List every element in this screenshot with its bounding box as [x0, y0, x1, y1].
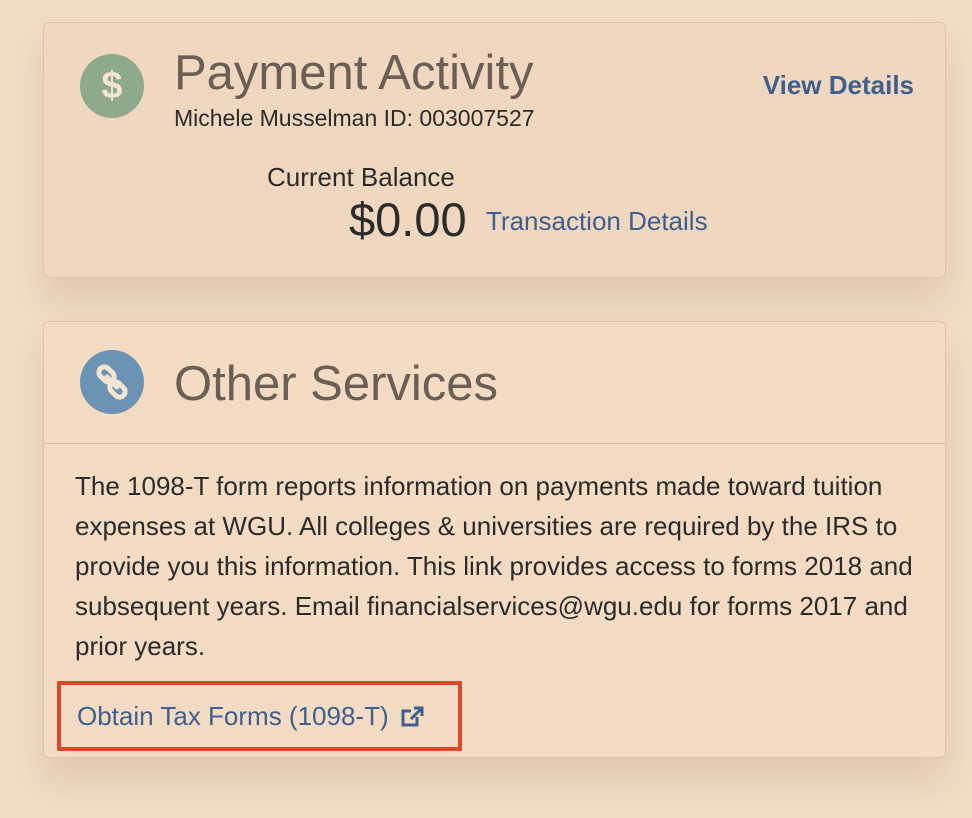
tax-form-description: The 1098-T form reports information on p…	[75, 471, 913, 661]
obtain-tax-forms-label: Obtain Tax Forms (1098-T)	[77, 700, 389, 731]
other-services-title: Other Services	[174, 357, 499, 411]
chain-link-icon	[96, 364, 128, 400]
transaction-details-link[interactable]: Transaction Details	[486, 206, 708, 237]
dollar-icon: $	[80, 54, 144, 118]
external-link-icon	[399, 704, 426, 729]
section-divider	[44, 443, 945, 444]
student-name-id: Michele Musselman ID: 003007527	[174, 105, 535, 131]
payment-activity-title: Payment Activity	[174, 46, 534, 100]
view-details-link[interactable]: View Details	[763, 70, 914, 101]
current-balance-label: Current Balance	[267, 162, 455, 192]
obtain-tax-forms-link[interactable]: Obtain Tax Forms (1098-T)	[57, 681, 462, 751]
current-balance-value: $0.00	[349, 193, 467, 246]
link-icon	[80, 350, 144, 414]
payment-activity-card: $ Payment Activity Michele Musselman ID:…	[43, 22, 946, 278]
other-services-card: Other Services The 1098-T form reports i…	[43, 321, 946, 758]
